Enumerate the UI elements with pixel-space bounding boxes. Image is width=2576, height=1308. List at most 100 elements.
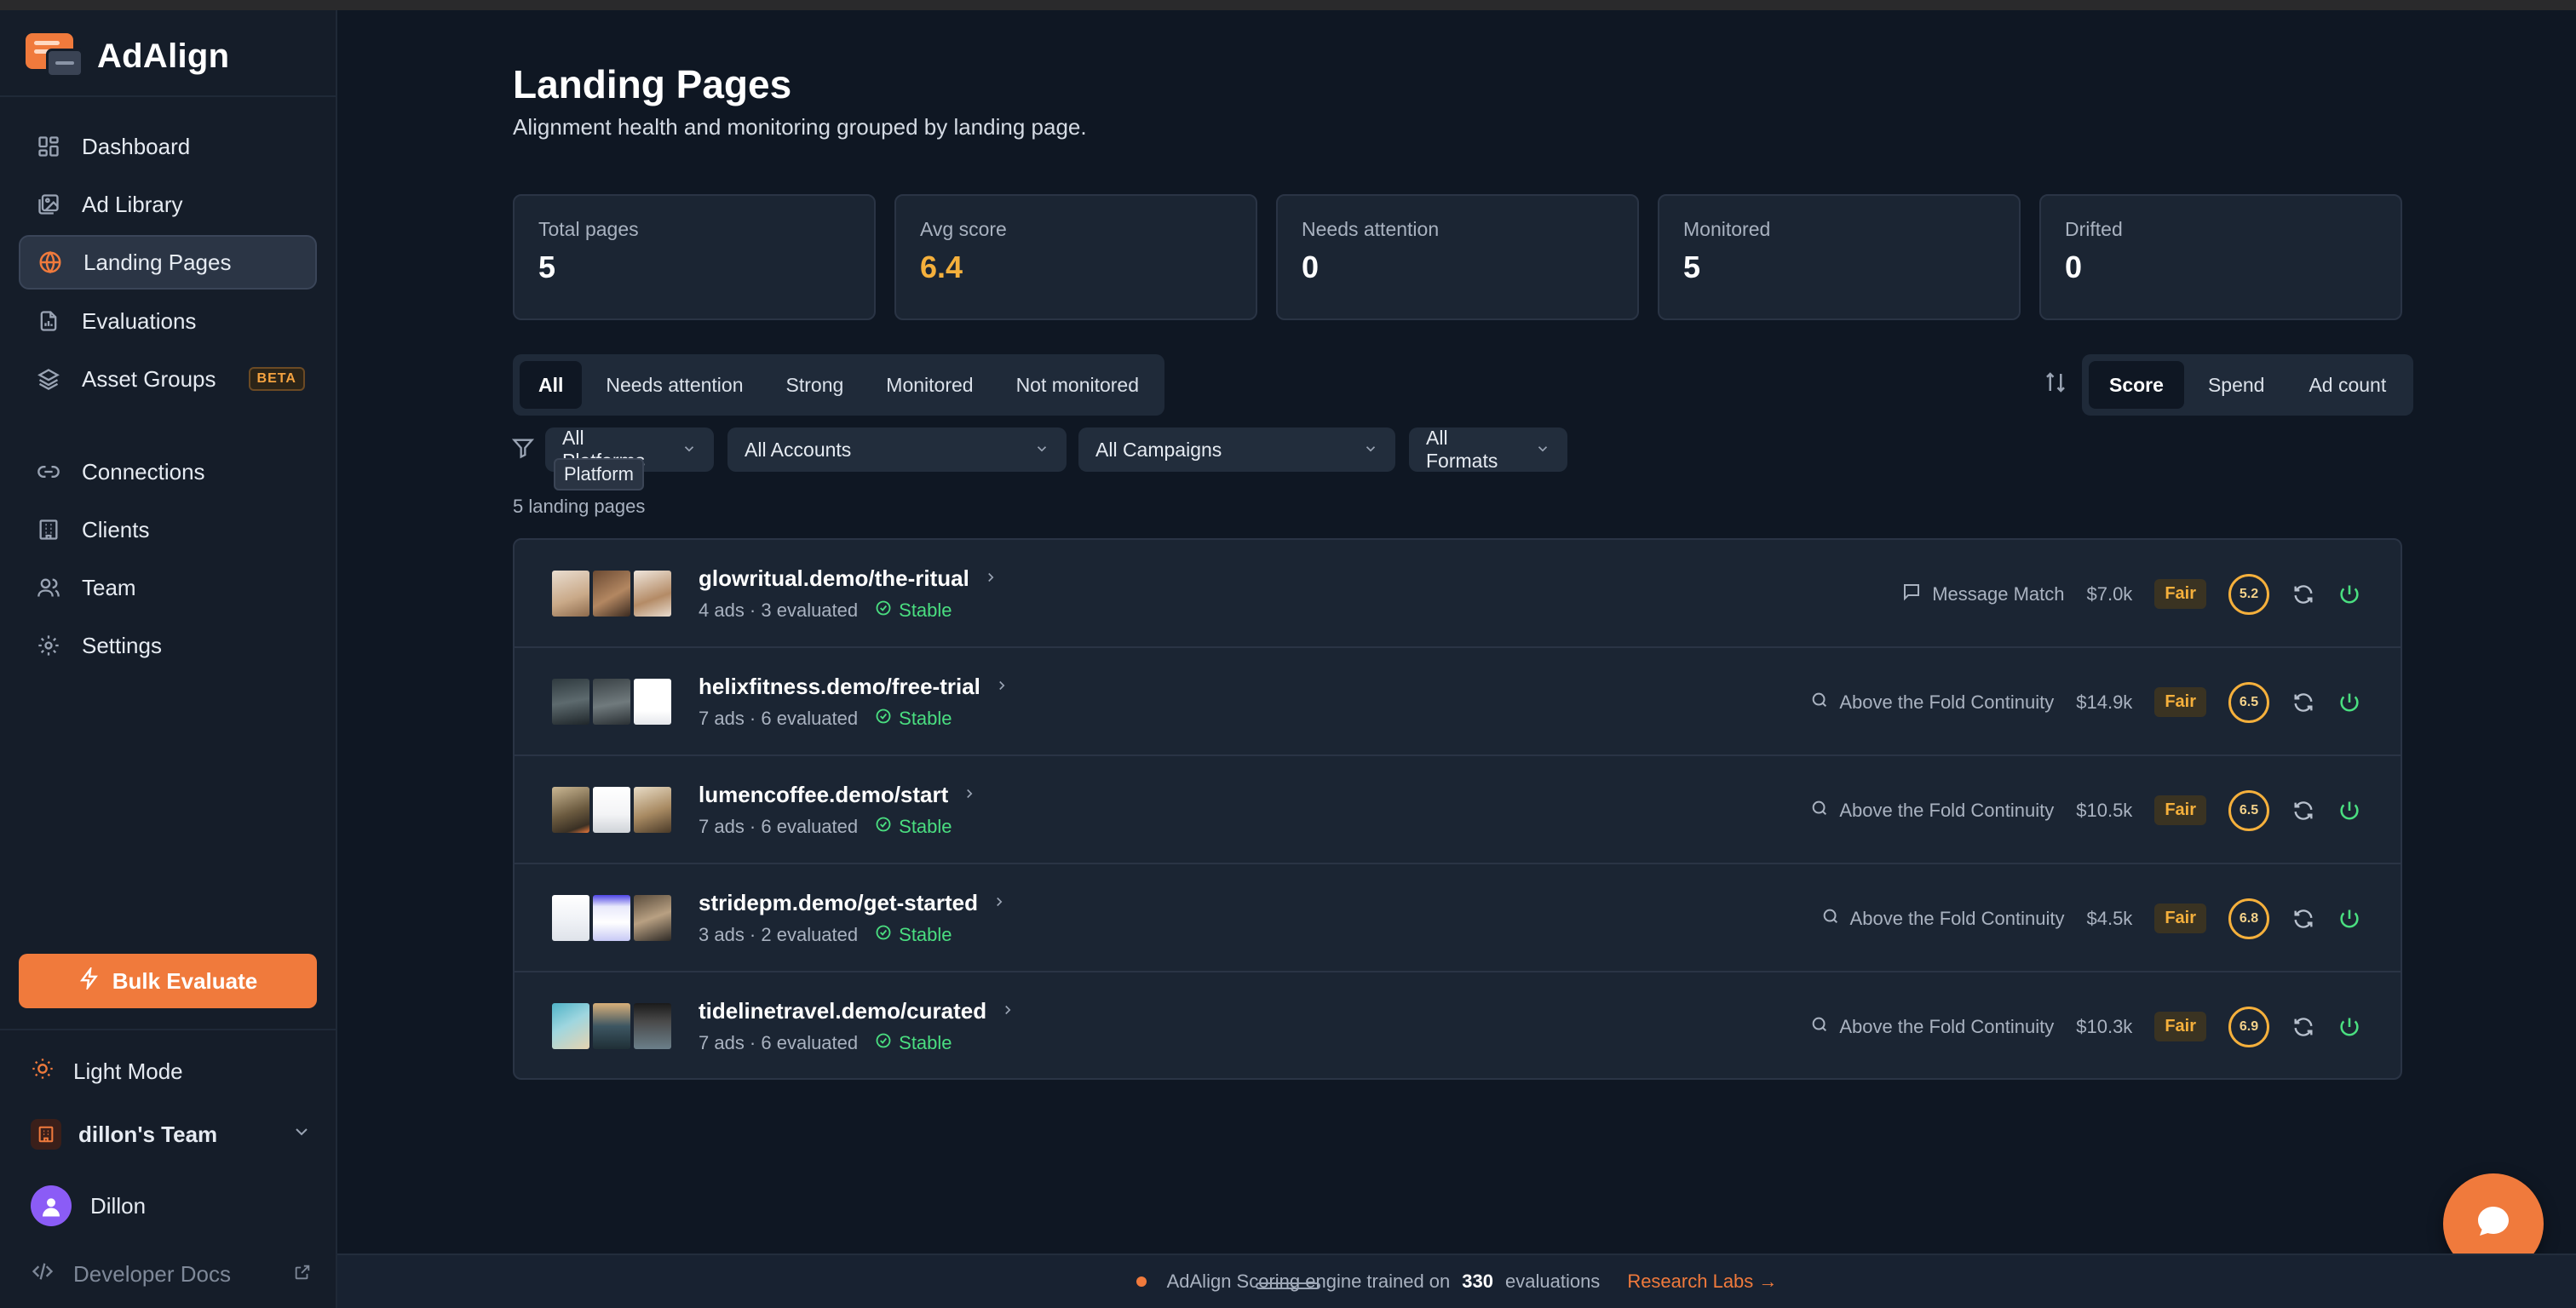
bulk-evaluate-label: Bulk Evaluate: [112, 967, 258, 994]
tab-strong[interactable]: Strong: [768, 361, 863, 409]
row-meta: 7 ads · 6 evaluated Stable: [699, 816, 952, 838]
power-icon[interactable]: [2337, 582, 2361, 606]
search-icon: [1810, 691, 1829, 714]
stat-label: Monitored: [1683, 218, 1771, 240]
rating-badge: Fair: [2154, 795, 2206, 825]
ad-count-text: 4 ads · 3 evaluated: [699, 600, 859, 621]
chevron-right-icon: [962, 784, 977, 806]
sidebar-item-ad-library[interactable]: Ad Library: [19, 177, 317, 232]
landing-page-url: glowritual.demo/the-ritual: [699, 565, 969, 591]
spend-value: $10.3k: [2076, 1015, 2133, 1037]
table-row[interactable]: lumencoffee.demo/start 7 ads · 6 evaluat…: [515, 756, 2401, 864]
table-row[interactable]: stridepm.demo/get-started 3 ads · 2 eval…: [515, 864, 2401, 972]
dropdown-value: All Accounts: [745, 438, 852, 461]
ad-thumbnails: [552, 1003, 671, 1049]
brand[interactable]: AdAlign: [26, 31, 229, 82]
landing-page-link[interactable]: lumencoffee.demo/start: [699, 782, 977, 808]
light-mode-toggle[interactable]: Light Mode: [31, 1047, 183, 1095]
avatar: [31, 1185, 72, 1226]
landing-page-url: helixfitness.demo/free-trial: [699, 674, 980, 699]
stat-label: Total pages: [538, 218, 639, 240]
landing-page-link[interactable]: glowritual.demo/the-ritual: [699, 565, 998, 592]
status-text: Stable: [899, 924, 952, 945]
sidebar-item-asset-groups[interactable]: Asset Groups BETA: [19, 352, 317, 406]
sort-icon[interactable]: [2043, 370, 2068, 399]
refresh-icon[interactable]: [2291, 799, 2315, 823]
top-issue: Above the Fold Continuity: [1810, 1015, 2054, 1039]
message-icon: [1901, 582, 1922, 607]
table-row[interactable]: helixfitness.demo/free-trial 7 ads · 6 e…: [515, 648, 2401, 756]
refresh-icon[interactable]: [2291, 907, 2315, 931]
research-labs-link[interactable]: Research Labs →: [1627, 1271, 1777, 1293]
ad-thumbnail: [593, 895, 630, 941]
tab-all[interactable]: All: [520, 361, 583, 409]
tab-needs-attention[interactable]: Needs attention: [587, 361, 762, 409]
issue-label: Above the Fold Continuity: [1839, 1015, 2055, 1037]
sidebar-item-label: Connections: [82, 458, 205, 485]
sidebar-item-dashboard[interactable]: Dashboard: [19, 119, 317, 174]
ad-thumbnail: [552, 895, 589, 941]
tab-not-monitored[interactable]: Not monitored: [998, 361, 1158, 409]
user-profile[interactable]: Dillon: [31, 1182, 146, 1230]
status-badge: Stable: [875, 708, 952, 730]
refresh-icon[interactable]: [2291, 691, 2315, 714]
ad-thumbnail: [634, 571, 671, 617]
formats-dropdown[interactable]: All Formats: [1409, 427, 1567, 472]
ad-thumbnails: [552, 787, 671, 833]
tab-monitored[interactable]: Monitored: [867, 361, 992, 409]
stat-value: 5: [1683, 250, 1701, 284]
sidebar-item-label: Asset Groups: [82, 365, 216, 392]
main-content: Landing Pages Alignment health and monit…: [337, 10, 2576, 1254]
landing-page-link[interactable]: stridepm.demo/get-started: [699, 890, 1007, 916]
filter-icon: [511, 436, 535, 464]
row-metrics: Message Match $7.0k Fair 5.2: [1901, 540, 2361, 648]
search-icon: [1810, 799, 1829, 823]
score-ring: 6.9: [2228, 1006, 2269, 1047]
chevron-right-icon: [994, 676, 1009, 698]
power-icon[interactable]: [2337, 691, 2361, 714]
scroll-indicator: [1256, 1282, 1320, 1289]
bulk-evaluate-button[interactable]: Bulk Evaluate: [19, 954, 317, 1008]
stat-value: 5: [538, 250, 556, 284]
campaigns-dropdown[interactable]: All Campaigns: [1078, 427, 1395, 472]
issue-label: Above the Fold Continuity: [1849, 907, 2065, 929]
sort-ad-count-button[interactable]: Ad count: [2288, 361, 2406, 409]
check-circle-icon: [875, 708, 892, 730]
sidebar-item-evaluations[interactable]: Evaluations: [19, 294, 317, 348]
power-icon[interactable]: [2337, 1015, 2361, 1039]
status-badge: Stable: [875, 600, 952, 622]
check-circle-icon: [875, 600, 892, 622]
refresh-icon[interactable]: [2291, 1015, 2315, 1039]
table-row[interactable]: glowritual.demo/the-ritual 4 ads · 3 eva…: [515, 540, 2401, 648]
landing-page-link[interactable]: tidelinetravel.demo/curated: [699, 998, 1015, 1024]
sidebar-item-landing-pages[interactable]: Landing Pages: [19, 235, 317, 290]
stat-label: Avg score: [920, 218, 1007, 240]
refresh-icon[interactable]: [2291, 582, 2315, 606]
accounts-dropdown[interactable]: All Accounts: [727, 427, 1067, 472]
divider: [0, 95, 336, 97]
power-icon[interactable]: [2337, 907, 2361, 931]
ad-thumbnail: [634, 787, 671, 833]
issue-label: Message Match: [1932, 582, 2065, 605]
chevron-down-icon: [1351, 439, 1378, 462]
team-selector[interactable]: dillon's Team: [31, 1110, 312, 1158]
score-ring: 6.5: [2228, 789, 2269, 831]
power-icon[interactable]: [2337, 799, 2361, 823]
landing-page-link[interactable]: helixfitness.demo/free-trial: [699, 674, 1009, 700]
chevron-down-icon: [1523, 439, 1550, 462]
page-title: Landing Pages: [513, 62, 792, 106]
dropdown-value: All Campaigns: [1095, 438, 1222, 461]
sidebar-item-label: Evaluations: [82, 307, 197, 334]
chevron-right-icon: [992, 892, 1007, 915]
sidebar-item-settings[interactable]: Settings: [19, 618, 317, 673]
sidebar-item-team[interactable]: Team: [19, 560, 317, 615]
ad-thumbnail: [634, 679, 671, 725]
table-row[interactable]: tidelinetravel.demo/curated 7 ads · 6 ev…: [515, 972, 2401, 1078]
sort-score-button[interactable]: Score: [2089, 361, 2184, 409]
sidebar-item-connections[interactable]: Connections: [19, 445, 317, 499]
sort-spend-button[interactable]: Spend: [2188, 361, 2286, 409]
sidebar-item-clients[interactable]: Clients: [19, 502, 317, 557]
score-ring: 5.2: [2228, 573, 2269, 615]
sidebar-item-label: Team: [82, 574, 136, 600]
developer-docs-link[interactable]: Developer Docs: [31, 1252, 312, 1296]
